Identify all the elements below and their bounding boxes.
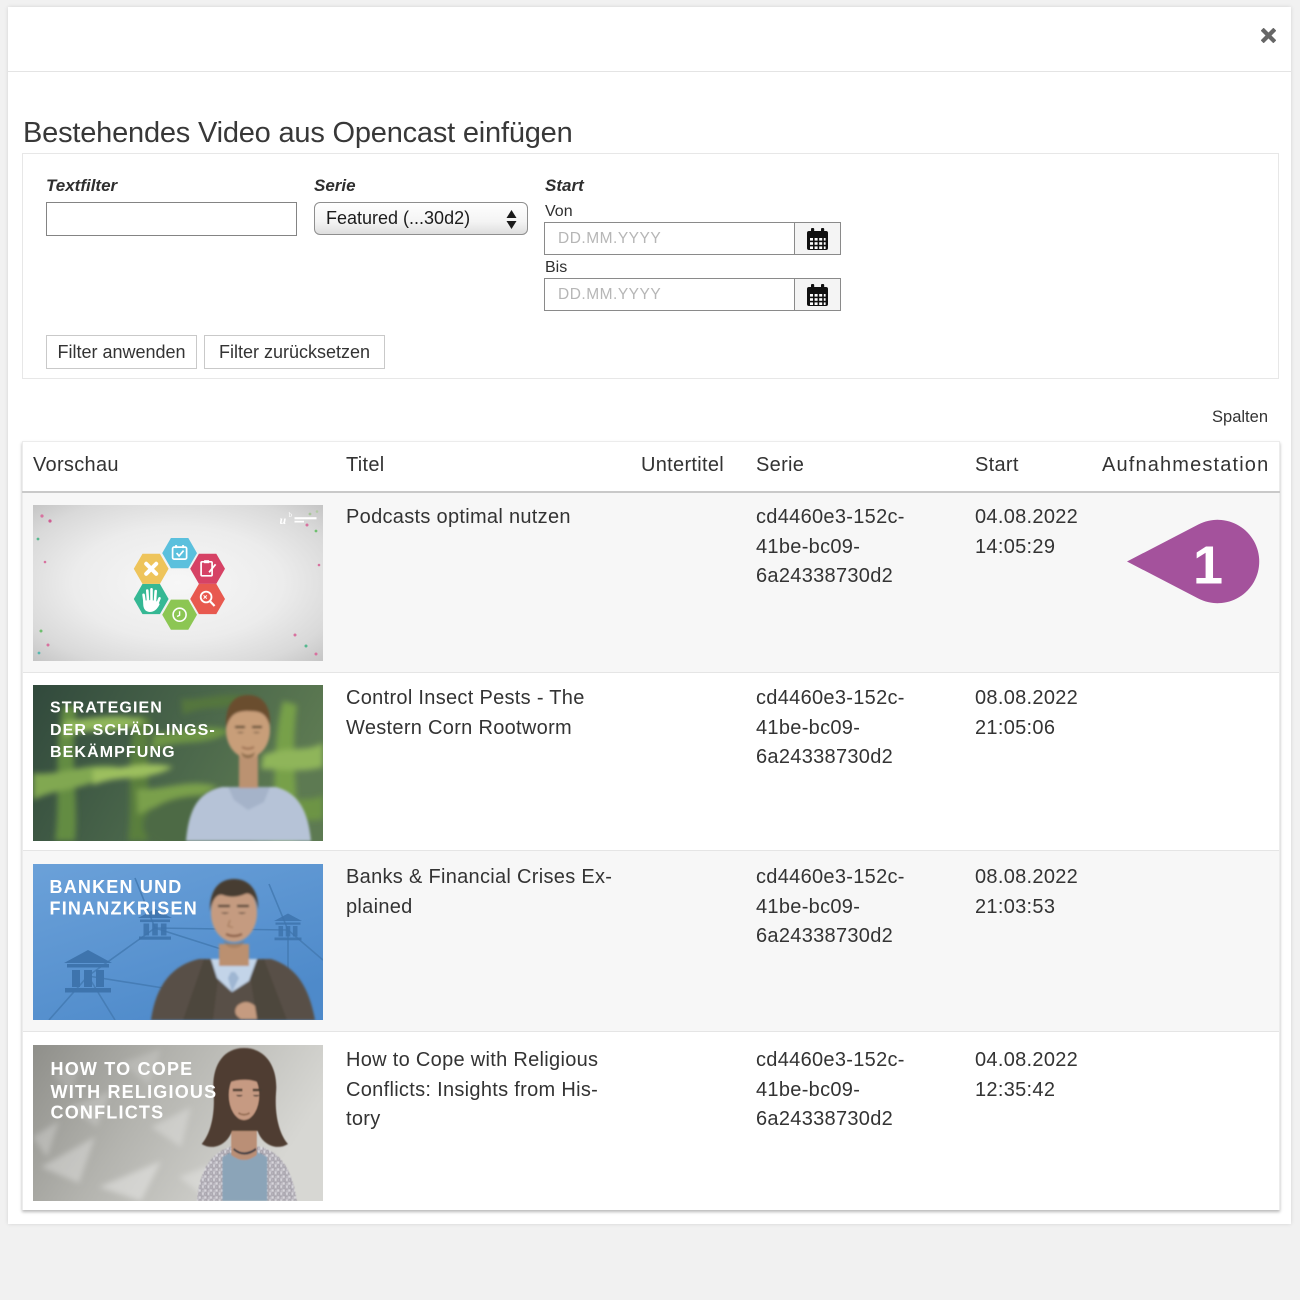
- svg-text:BANKEN UND: BANKEN UND: [50, 877, 183, 897]
- svg-text:1: 1: [1193, 536, 1223, 596]
- svg-text:HOW TO COPE: HOW TO COPE: [51, 1059, 194, 1079]
- svg-text:WITH RELIGIOUS: WITH RELIGIOUS: [51, 1082, 218, 1102]
- svg-text:CONFLICTS: CONFLICTS: [51, 1103, 165, 1123]
- svg-text:FINANZKRISEN: FINANZKRISEN: [50, 899, 198, 919]
- svg-text:u: u: [280, 513, 287, 527]
- svg-text:BEKÄMPFUNG: BEKÄMPFUNG: [50, 743, 176, 761]
- svg-text:STRATEGIEN: STRATEGIEN: [50, 700, 163, 717]
- svg-text:DER SCHÄDLINGS-: DER SCHÄDLINGS-: [50, 721, 216, 739]
- svg-text:b: b: [289, 511, 293, 519]
